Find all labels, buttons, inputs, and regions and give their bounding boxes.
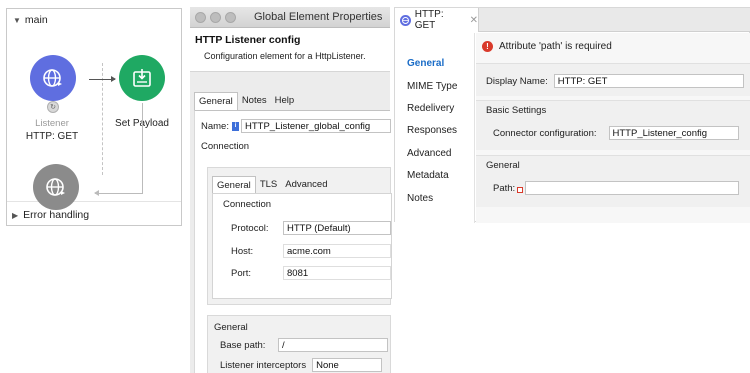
flow-lane: ↻ Listener HTTP: GET Set Payload [7, 27, 181, 210]
tab-advanced[interactable]: Advanced [281, 176, 331, 193]
response-node-icon[interactable] [33, 164, 79, 210]
connection-section-label: Connection [201, 141, 250, 152]
port-row: Port: 8081 [231, 266, 391, 280]
close-window-button[interactable] [195, 12, 206, 23]
properties-nav: General MIME Type Redelivery Responses A… [395, 33, 475, 223]
interceptors-row: Listener interceptors None [220, 358, 383, 372]
path-label: Path: [493, 182, 516, 194]
window-titlebar[interactable]: Global Element Properties [190, 7, 390, 28]
global-element-properties-window: Global Element Properties HTTP Listener … [190, 7, 392, 373]
host-row: Host: acme.com [231, 244, 391, 258]
minimize-window-button[interactable] [210, 12, 221, 23]
display-name-group: Display Name: HTTP: GET [476, 63, 750, 96]
tab-notes[interactable]: Notes [238, 92, 271, 110]
http-get-properties-panel: HTTP: GET ✕ General MIME Type Redelivery… [394, 7, 750, 223]
error-icon: ! [482, 41, 493, 52]
collapse-triangle-icon[interactable]: ▼ [13, 16, 21, 25]
nav-item-advanced[interactable]: Advanced [407, 148, 451, 159]
interceptors-select[interactable]: None [312, 358, 383, 372]
config-body: General Notes Help Name: i HTTP_Listener… [190, 71, 392, 373]
basic-settings-group: Basic Settings Connector configuration: … [476, 100, 750, 150]
interceptors-label: Listener interceptors [220, 359, 307, 371]
connector-config-row: Connector configuration: HTTP_Listener_c… [493, 126, 739, 140]
listener-node-icon[interactable] [30, 55, 76, 101]
globe-icon [400, 14, 411, 26]
path-row: Path: [493, 181, 740, 195]
flow-canvas: ▼main ↻ Listener HTTP: GET Set Payload [6, 8, 182, 226]
tab-title: HTTP: GET [414, 9, 444, 31]
maximize-window-button[interactable] [225, 12, 236, 23]
host-input[interactable]: acme.com [283, 244, 391, 258]
required-error-icon [517, 187, 524, 193]
connector-config-select[interactable]: HTTP_Listener_config [608, 126, 739, 140]
port-input[interactable]: 8081 [283, 266, 391, 280]
window-title: Global Element Properties [254, 11, 383, 23]
flow-name: main [24, 14, 48, 26]
nav-item-notes[interactable]: Notes [407, 193, 433, 204]
globe-icon [46, 178, 65, 196]
flow-arrow [89, 76, 116, 82]
host-label: Host: [231, 245, 254, 257]
connection-general-content: Connection Protocol: HTTP (Default) Host… [212, 193, 392, 299]
protocol-select[interactable]: HTTP (Default) [283, 221, 391, 235]
listener-sublabel: Listener [35, 118, 69, 129]
validation-error: ! Attribute 'path' is required [482, 41, 612, 52]
config-general-content: Name: i HTTP_Listener_global_config Conn… [194, 110, 392, 373]
general-section-label: General [214, 322, 248, 333]
nav-item-metadata[interactable]: Metadata [407, 170, 449, 181]
payload-icon [133, 69, 151, 87]
general-group: General Path: [476, 155, 750, 207]
error-handling-section[interactable]: ▶ Error handling [12, 209, 89, 221]
base-path-input[interactable]: / [278, 338, 388, 352]
config-tabs: General Notes Help [194, 92, 298, 110]
set-payload-node-icon[interactable] [119, 55, 165, 101]
listener-label: HTTP: GET [25, 131, 79, 142]
protocol-row: Protocol: HTTP (Default) [231, 221, 391, 235]
response-arrow [94, 190, 143, 196]
config-heading: HTTP Listener config [195, 34, 301, 46]
close-icon[interactable]: ✕ [470, 15, 478, 26]
globe-icon [43, 69, 62, 87]
tab-help[interactable]: Help [271, 92, 299, 110]
connector-config-label: Connector configuration: [493, 127, 597, 139]
flow-header[interactable]: ▼ main [13, 14, 48, 26]
expand-triangle-icon[interactable]: ▶ [12, 211, 18, 220]
config-description: Configuration element for a HttpListener… [204, 51, 366, 61]
properties-tabbar: HTTP: GET ✕ [395, 8, 750, 32]
path-input[interactable] [525, 181, 740, 195]
error-message: Attribute 'path' is required [499, 41, 612, 52]
general-label: General [486, 160, 520, 171]
error-handling-label: Error handling [23, 209, 90, 221]
connection-tabs: General TLS Advanced [212, 176, 332, 193]
tab-connection-general[interactable]: General [212, 176, 256, 193]
connection-panel: General TLS Advanced Connection Protocol… [207, 167, 392, 305]
name-input[interactable]: HTTP_Listener_global_config [240, 119, 391, 133]
base-path-label: Base path: [220, 339, 266, 351]
display-name-label: Display Name: [486, 75, 548, 87]
protocol-label: Protocol: [231, 222, 269, 234]
tab-http-get[interactable]: HTTP: GET ✕ [395, 8, 479, 32]
tab-tls[interactable]: TLS [256, 176, 281, 193]
tab-general[interactable]: General [194, 92, 238, 110]
name-row: Name: i HTTP_Listener_global_config [201, 119, 391, 133]
listener-source-badge-icon: ↻ [47, 101, 59, 113]
nav-item-general[interactable]: General [407, 58, 444, 69]
nav-item-redelivery[interactable]: Redelivery [407, 103, 454, 114]
info-icon: i [231, 121, 239, 131]
port-label: Port: [231, 267, 252, 279]
inner-connection-label: Connection [223, 199, 272, 210]
display-name-row: Display Name: HTTP: GET [486, 74, 744, 88]
response-line [142, 103, 143, 193]
nav-item-responses[interactable]: Responses [407, 125, 457, 136]
properties-general-content: ! Attribute 'path' is required Display N… [476, 33, 750, 223]
display-name-input[interactable]: HTTP: GET [553, 74, 744, 88]
basic-settings-label: Basic Settings [486, 105, 547, 116]
nav-item-mime-type[interactable]: MIME Type [407, 81, 457, 92]
name-label: Name: [201, 120, 229, 132]
base-path-row: Base path: / [220, 338, 388, 352]
general-panel: General Base path: / Listener intercepto… [207, 315, 391, 373]
